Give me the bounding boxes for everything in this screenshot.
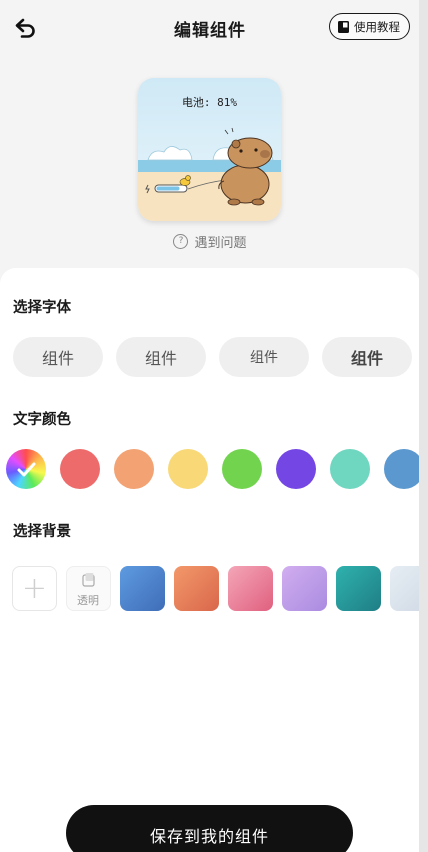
background-gradient-orange[interactable] xyxy=(174,566,219,611)
help-label: 遇到问题 xyxy=(194,236,247,251)
color-swatch-red[interactable] xyxy=(60,449,100,489)
tutorial-label: 使用教程 xyxy=(354,19,400,34)
background-gradient-teal[interactable] xyxy=(336,566,381,611)
background-transparent[interactable]: 透明 xyxy=(66,566,111,611)
plus-icon: + xyxy=(21,571,48,606)
edit-widget-screen: 编辑组件 使用教程 电池: 81% ? 遇到问题 选择字体 组件 组件 组件 组… xyxy=(0,0,428,852)
layers-icon xyxy=(82,573,95,587)
save-to-my-widgets-button[interactable]: 保存到我的组件 xyxy=(66,805,353,852)
font-option-2[interactable]: 组件 xyxy=(116,337,206,377)
color-swatch-purple[interactable] xyxy=(276,449,316,489)
background-gradient-lavender[interactable] xyxy=(282,566,327,611)
widget-preview: 电池: 81% xyxy=(138,78,281,221)
font-option-3[interactable]: 组件 xyxy=(219,337,309,377)
tutorial-button[interactable]: 使用教程 xyxy=(329,13,410,40)
color-swatch-teal[interactable] xyxy=(330,449,370,489)
color-section-title: 文字颜色 xyxy=(13,412,71,428)
color-picker-rainbow[interactable] xyxy=(6,449,46,489)
background-gradient-blue[interactable] xyxy=(120,566,165,611)
help-link[interactable]: ? 遇到问题 xyxy=(0,232,420,251)
color-swatch-yellow[interactable] xyxy=(168,449,208,489)
transparent-label: 透明 xyxy=(77,594,99,607)
add-background-button[interactable]: + xyxy=(12,566,57,611)
checkmark-icon xyxy=(17,462,36,477)
font-section-title: 选择字体 xyxy=(13,300,71,316)
color-swatch-blue[interactable] xyxy=(384,449,424,489)
battery-label: 电池: 81% xyxy=(181,96,238,109)
scrollbar[interactable] xyxy=(419,0,428,852)
question-icon: ? xyxy=(173,234,189,249)
background-gradient-pink[interactable] xyxy=(228,566,273,611)
color-swatch-orange[interactable] xyxy=(114,449,154,489)
header: 编辑组件 使用教程 xyxy=(0,0,420,56)
font-option-1[interactable]: 组件 xyxy=(13,337,103,377)
font-option-4[interactable]: 组件 xyxy=(322,337,412,377)
book-icon xyxy=(338,20,349,33)
background-section-title: 选择背景 xyxy=(13,524,71,540)
save-label: 保存到我的组件 xyxy=(149,827,269,846)
color-swatch-green[interactable] xyxy=(222,449,262,489)
